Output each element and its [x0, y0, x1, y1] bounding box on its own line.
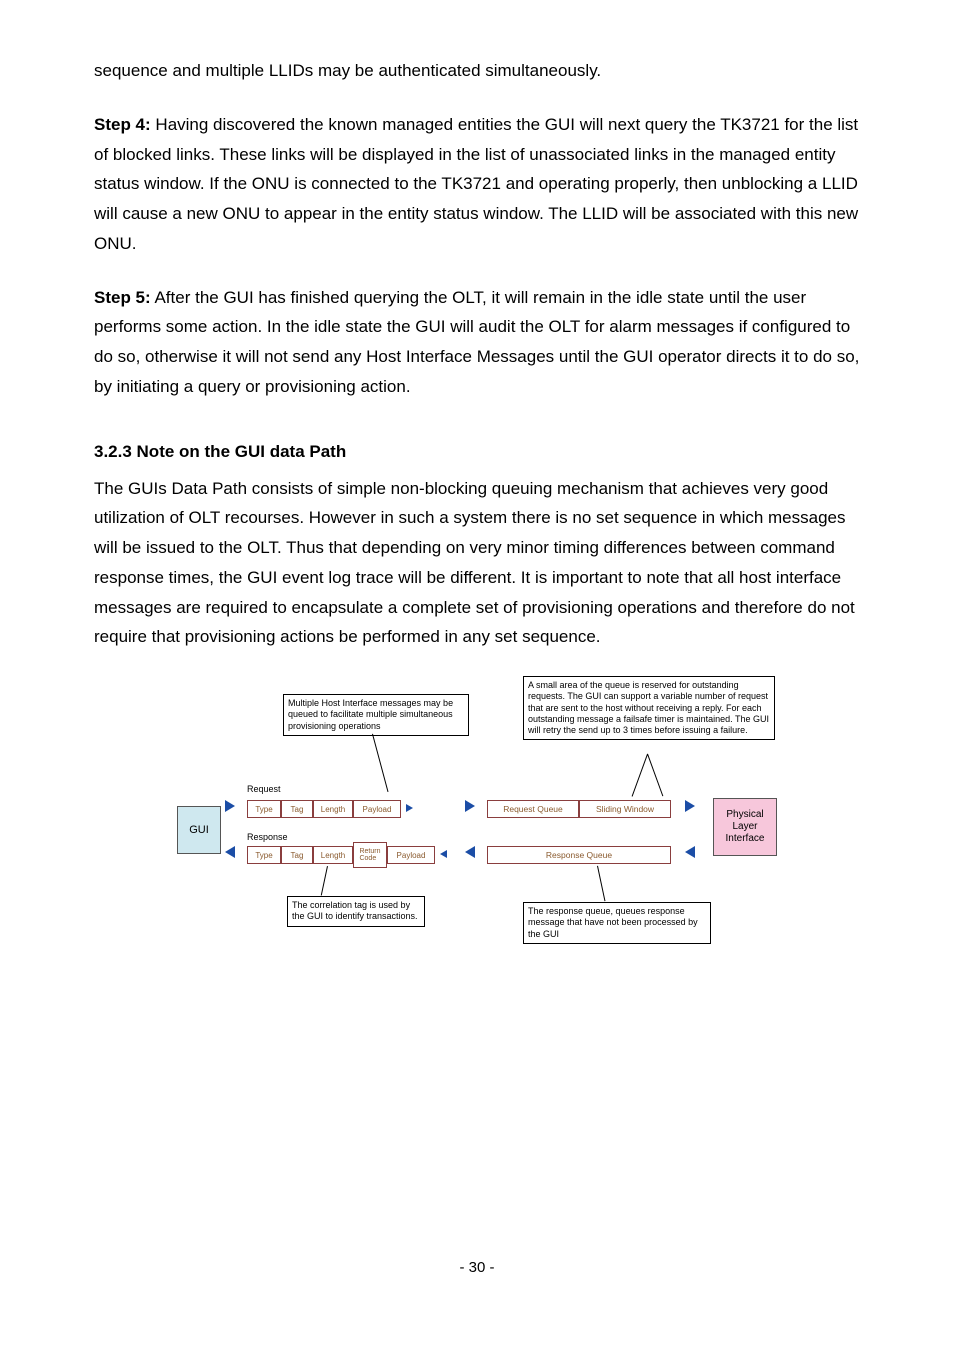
seg-length: Length	[313, 800, 353, 818]
sliding-window: Sliding Window	[579, 800, 671, 818]
note-queue-reserved: A small area of the queue is reserved fo…	[523, 676, 775, 740]
step5-text: After the GUI has finished querying the …	[94, 288, 859, 396]
seg-tag: Tag	[281, 846, 313, 864]
connector-line	[321, 866, 328, 896]
page-number: - 30 -	[0, 1259, 954, 1276]
arrow-left-icon	[685, 846, 695, 858]
arrow-left-icon	[225, 846, 235, 858]
arrow-right-icon	[406, 804, 413, 812]
paragraph-intro: sequence and multiple LLIDs may be authe…	[94, 56, 860, 86]
document-page: sequence and multiple LLIDs may be authe…	[0, 0, 954, 1290]
paragraph-323: The GUIs Data Path consists of simple no…	[94, 474, 860, 653]
step4-label: Step 4:	[94, 115, 151, 134]
arrow-right-icon	[225, 800, 235, 812]
seg-type: Type	[247, 800, 281, 818]
paragraph-step4: Step 4: Having discovered the known mana…	[94, 110, 860, 259]
arrow-right-icon	[685, 800, 695, 812]
note-correlation-tag: The correlation tag is used by the GUI t…	[287, 896, 425, 927]
seg-payload: Payload	[353, 800, 401, 818]
arrow-left-icon	[440, 850, 447, 858]
request-label: Request	[247, 784, 281, 794]
note-multiple-host: Multiple Host Interface messages may be …	[283, 694, 469, 736]
request-queue: Request Queue	[487, 800, 579, 818]
step5-label: Step 5:	[94, 288, 151, 307]
note-response-queue: The response queue, queues response mess…	[523, 902, 711, 944]
response-queue: Response Queue	[487, 846, 671, 864]
gui-box: GUI	[177, 806, 221, 854]
seg-payload: Payload	[387, 846, 435, 864]
diagram-container: Multiple Host Interface messages may be …	[94, 676, 860, 951]
connector-line	[597, 866, 605, 901]
physical-layer-box: Physical Layer Interface	[713, 798, 777, 856]
seg-tag: Tag	[281, 800, 313, 818]
response-label: Response	[247, 832, 288, 842]
seg-length: Length	[313, 846, 353, 864]
step4-text: Having discovered the known managed enti…	[94, 115, 858, 253]
paragraph-step5: Step 5: After the GUI has finished query…	[94, 283, 860, 402]
seg-return-code: Return Code	[353, 842, 387, 868]
seg-type: Type	[247, 846, 281, 864]
arrow-right-icon	[465, 800, 475, 812]
connector-line	[647, 754, 663, 797]
heading-323: 3.2.3 Note on the GUI data Path	[94, 442, 860, 462]
arrow-left-icon	[465, 846, 475, 858]
data-path-diagram: Multiple Host Interface messages may be …	[177, 676, 777, 951]
connector-line	[632, 754, 648, 797]
connector-line	[372, 734, 388, 792]
